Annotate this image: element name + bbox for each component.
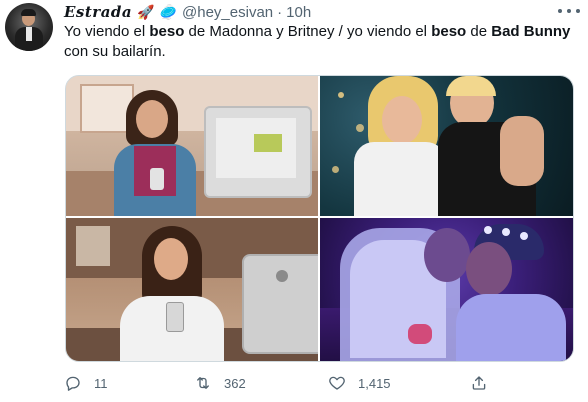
header-separator: · <box>277 3 283 21</box>
like-button[interactable]: 1,415 <box>328 372 391 394</box>
retweet-button[interactable]: 362 <box>194 372 246 394</box>
tweet-text-part: con su bailarín. <box>64 43 166 60</box>
tweet-text-part: de Madonna y Britney / yo viendo el <box>184 23 432 40</box>
media-grid[interactable] <box>65 75 574 362</box>
media-image-1[interactable] <box>66 76 318 216</box>
tweet-text-bold: beso <box>431 23 467 40</box>
rocket-emoji: 🚀 <box>137 4 155 20</box>
reply-count: 11 <box>94 375 108 391</box>
tweet-text-bold: Bad Bunny <box>491 23 571 40</box>
share-upload-icon <box>472 376 486 390</box>
tweet-timestamp[interactable]: 10h <box>286 4 311 21</box>
tweet[interactable]: Estrada 🚀 🥏 @hey_esivan · 10h Yo viendo … <box>0 0 588 402</box>
display-name[interactable]: Estrada <box>64 3 132 21</box>
tweet-header: Estrada 🚀 🥏 @hey_esivan · 10h <box>64 2 311 22</box>
like-count: 1,415 <box>358 375 391 391</box>
avatar[interactable] <box>5 3 53 51</box>
retweet-icon <box>197 377 209 389</box>
flying-disc-emoji: 🥏 <box>159 4 178 20</box>
avatar-shirt <box>26 27 32 41</box>
heart-icon <box>329 376 345 390</box>
tweet-text-bold: beso <box>149 23 185 40</box>
tweet-text: Yo viendo el beso de Madonna y Britney /… <box>64 22 579 62</box>
media-image-3[interactable] <box>66 218 318 361</box>
tweet-actions: 11 362 1,415 <box>64 372 574 394</box>
tweet-text-part: de <box>466 23 492 40</box>
retweet-count: 362 <box>224 375 246 391</box>
avatar-hair <box>21 9 36 16</box>
share-button[interactable] <box>470 372 488 394</box>
user-handle[interactable]: @hey_esivan <box>182 4 273 21</box>
reply-bubble-icon <box>66 376 80 391</box>
more-dots-icon[interactable] <box>558 4 580 18</box>
media-image-4[interactable] <box>320 218 573 361</box>
tweet-text-part: Yo viendo el <box>64 23 150 40</box>
reply-button[interactable]: 11 <box>64 372 108 394</box>
media-image-2[interactable] <box>320 76 573 216</box>
